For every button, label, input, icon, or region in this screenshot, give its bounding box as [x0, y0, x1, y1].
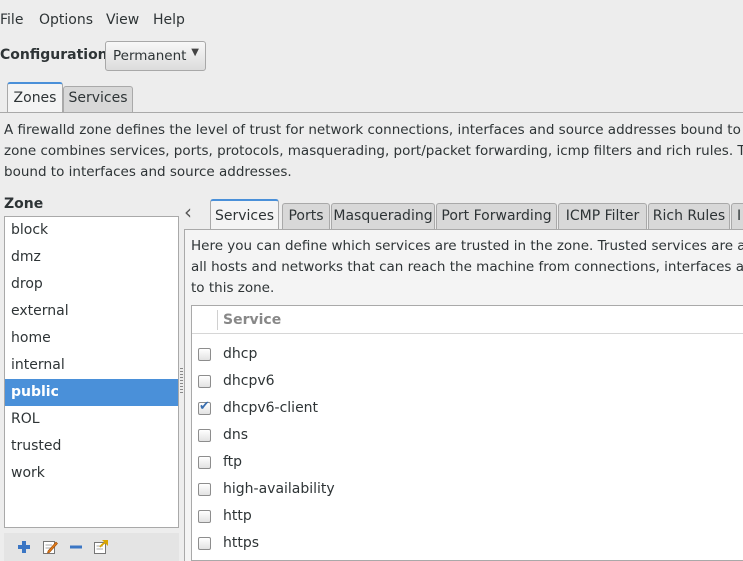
tab-port-forwarding[interactable]: Port Forwarding — [436, 203, 557, 229]
tab-icmp-filter[interactable]: ICMP Filter — [558, 203, 647, 229]
menu-file[interactable]: File — [0, 12, 23, 28]
zone-item-block[interactable]: block — [5, 217, 178, 244]
zone-item-trusted[interactable]: trusted — [5, 433, 178, 460]
tab-rich-rules[interactable]: Rich Rules — [648, 203, 730, 229]
zone-description: A firewalld zone defines the level of tr… — [4, 120, 743, 183]
configuration-label: Configuration: — [0, 47, 114, 63]
tab-interfaces[interactable]: I — [731, 203, 743, 229]
table-row[interactable]: ftp — [192, 450, 743, 477]
sub-tab-divider — [184, 229, 743, 230]
zone-item-rol[interactable]: ROL — [5, 406, 178, 433]
remove-icon[interactable] — [68, 539, 84, 555]
chevron-down-icon: ▼ — [191, 47, 199, 58]
chevron-left-icon[interactable]: ‹ — [184, 200, 192, 224]
zone-item-dmz[interactable]: dmz — [5, 244, 178, 271]
table-row[interactable]: dns — [192, 423, 743, 450]
service-name: dhcpv6 — [223, 373, 275, 389]
service-checkbox[interactable] — [198, 537, 211, 550]
service-checkbox[interactable] — [198, 348, 211, 361]
service-name: dhcp — [223, 346, 258, 362]
table-row[interactable]: https — [192, 531, 743, 558]
tab-ports[interactable]: Ports — [282, 203, 330, 229]
service-name: dns — [223, 427, 249, 443]
service-table: Service dhcp dhcpv6 dhcpv6-client dns ft… — [191, 305, 743, 561]
services-description-line: all hosts and networks that can reach th… — [191, 259, 743, 275]
edit-icon[interactable] — [42, 539, 58, 555]
configuration-select[interactable]: Permanent ▼ — [105, 41, 206, 71]
zone-item-internal[interactable]: internal — [5, 352, 178, 379]
service-checkbox[interactable] — [198, 510, 211, 523]
pane-resize-handle[interactable] — [180, 368, 183, 394]
zone-item-public[interactable]: public — [5, 379, 178, 406]
tab-services[interactable]: Services — [63, 86, 133, 113]
zone-list[interactable]: block dmz drop external home internal pu… — [4, 216, 179, 528]
description-line: A firewalld zone defines the level of tr… — [4, 122, 743, 138]
tab-zone-services[interactable]: Services — [210, 199, 279, 230]
table-row[interactable]: high-availability — [192, 477, 743, 504]
description-line: zone combines services, ports, protocols… — [4, 143, 743, 159]
description-line: bound to interfaces and source addresses… — [4, 164, 292, 180]
configuration-value: Permanent — [113, 48, 187, 64]
service-name: ftp — [223, 454, 243, 470]
zone-item-home[interactable]: home — [5, 325, 178, 352]
zone-toolbar — [4, 533, 179, 561]
services-description: Here you can define which services are t… — [191, 236, 743, 299]
zone-item-work[interactable]: work — [5, 460, 178, 487]
add-icon[interactable] — [16, 539, 32, 555]
table-row[interactable]: dhcp — [192, 342, 743, 369]
load-defaults-icon[interactable] — [93, 539, 109, 555]
service-column-header[interactable]: Service — [223, 312, 281, 328]
table-row[interactable]: http — [192, 504, 743, 531]
column-divider — [217, 310, 218, 330]
service-table-header: Service — [192, 306, 743, 334]
service-checkbox[interactable] — [198, 399, 211, 415]
services-description-line: Here you can define which services are t… — [191, 238, 743, 254]
menu-bar: File Options View Help — [0, 0, 743, 42]
tab-masquerading[interactable]: Masquerading — [331, 203, 435, 229]
menu-options[interactable]: Options — [39, 12, 93, 28]
service-name: https — [223, 535, 260, 551]
service-checkbox[interactable] — [198, 456, 211, 469]
tab-zones[interactable]: Zones — [7, 82, 63, 113]
zone-item-drop[interactable]: drop — [5, 271, 178, 298]
menu-help[interactable]: Help — [153, 12, 185, 28]
table-row[interactable]: dhcpv6 — [192, 369, 743, 396]
services-description-line: to this zone. — [191, 280, 275, 296]
menu-view[interactable]: View — [106, 12, 139, 28]
tab-divider — [0, 112, 743, 113]
service-checkbox[interactable] — [198, 429, 211, 442]
service-name: http — [223, 508, 252, 524]
service-name: high-availability — [223, 481, 335, 497]
zone-title: Zone — [4, 196, 44, 212]
service-checkbox[interactable] — [198, 483, 211, 496]
zone-item-external[interactable]: external — [5, 298, 178, 325]
service-name: dhcpv6-client — [223, 400, 319, 416]
service-checkbox[interactable] — [198, 375, 211, 388]
table-row[interactable]: dhcpv6-client — [192, 396, 743, 423]
